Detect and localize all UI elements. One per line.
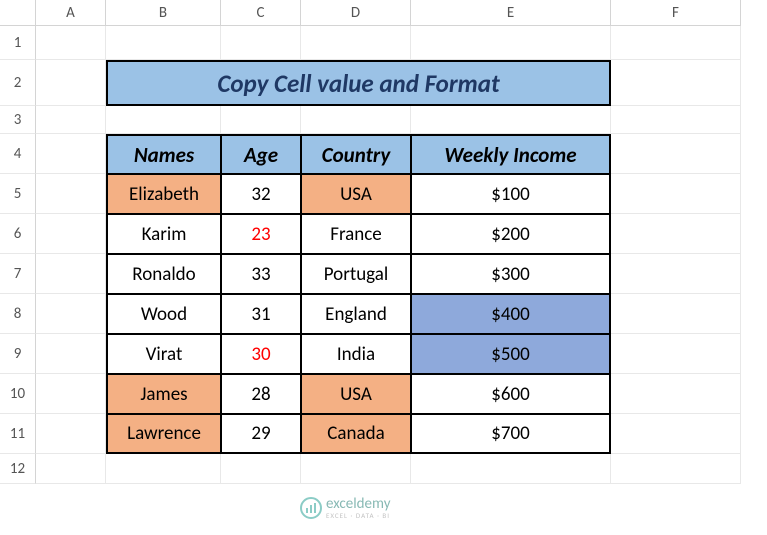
- select-all-corner[interactable]: [0, 0, 36, 26]
- cell-C3[interactable]: [221, 106, 301, 134]
- bar-chart-icon: [300, 497, 322, 519]
- header-names[interactable]: Names: [106, 134, 221, 174]
- cell-country-3[interactable]: England: [301, 294, 411, 334]
- cell-A2[interactable]: [36, 60, 106, 106]
- cell-income-4[interactable]: $500: [411, 334, 611, 374]
- cell-A7[interactable]: [36, 254, 106, 294]
- row-header-3[interactable]: 3: [0, 106, 36, 134]
- header-age[interactable]: Age: [221, 134, 301, 174]
- row-header-10[interactable]: 10: [0, 374, 36, 414]
- cell-age-4[interactable]: 30: [221, 334, 301, 374]
- cell-name-3[interactable]: Wood: [106, 294, 221, 334]
- row-header-7[interactable]: 7: [0, 254, 36, 294]
- cell-age-5[interactable]: 28: [221, 374, 301, 414]
- cell-F8[interactable]: [611, 294, 741, 334]
- cell-country-5[interactable]: USA: [301, 374, 411, 414]
- cell-age-2[interactable]: 33: [221, 254, 301, 294]
- cell-F6[interactable]: [611, 214, 741, 254]
- watermark-brand: exceldemy: [326, 497, 390, 512]
- row-header-12[interactable]: 12: [0, 454, 36, 484]
- col-header-D[interactable]: D: [301, 0, 411, 26]
- cell-F9[interactable]: [611, 334, 741, 374]
- cell-A9[interactable]: [36, 334, 106, 374]
- cell-country-1[interactable]: France: [301, 214, 411, 254]
- cell-income-5[interactable]: $600: [411, 374, 611, 414]
- cell-F5[interactable]: [611, 174, 741, 214]
- row-header-9[interactable]: 9: [0, 334, 36, 374]
- cell-F2[interactable]: [611, 60, 741, 106]
- cell-age-1[interactable]: 23: [221, 214, 301, 254]
- cell-A6[interactable]: [36, 214, 106, 254]
- cell-country-6[interactable]: Canada: [301, 414, 411, 454]
- cell-F3[interactable]: [611, 106, 741, 134]
- cell-country-2[interactable]: Portugal: [301, 254, 411, 294]
- cell-F1[interactable]: [611, 26, 741, 60]
- cell-A3[interactable]: [36, 106, 106, 134]
- cell-A8[interactable]: [36, 294, 106, 334]
- cell-country-0[interactable]: USA: [301, 174, 411, 214]
- cell-age-0[interactable]: 32: [221, 174, 301, 214]
- cell-D3[interactable]: [301, 106, 411, 134]
- col-header-F[interactable]: F: [611, 0, 741, 26]
- cell-A5[interactable]: [36, 174, 106, 214]
- cell-income-0[interactable]: $100: [411, 174, 611, 214]
- cell-name-4[interactable]: Virat: [106, 334, 221, 374]
- cell-B3[interactable]: [106, 106, 221, 134]
- cell-E1[interactable]: [411, 26, 611, 60]
- cell-B12[interactable]: [106, 454, 221, 484]
- col-header-C[interactable]: C: [221, 0, 301, 26]
- row-header-5[interactable]: 5: [0, 174, 36, 214]
- watermark-tag: EXCEL · DATA · BI: [326, 512, 390, 519]
- cell-A10[interactable]: [36, 374, 106, 414]
- cell-F11[interactable]: [611, 414, 741, 454]
- cell-name-0[interactable]: Elizabeth: [106, 174, 221, 214]
- cell-A4[interactable]: [36, 134, 106, 174]
- cell-income-6[interactable]: $700: [411, 414, 611, 454]
- cell-F10[interactable]: [611, 374, 741, 414]
- row-header-4[interactable]: 4: [0, 134, 36, 174]
- cell-A12[interactable]: [36, 454, 106, 484]
- cell-name-6[interactable]: Lawrence: [106, 414, 221, 454]
- col-header-A[interactable]: A: [36, 0, 106, 26]
- cell-C1[interactable]: [221, 26, 301, 60]
- cell-D12[interactable]: [301, 454, 411, 484]
- cell-age-3[interactable]: 31: [221, 294, 301, 334]
- watermark-logo: exceldemy EXCEL · DATA · BI: [300, 497, 390, 519]
- cell-E12[interactable]: [411, 454, 611, 484]
- row-header-8[interactable]: 8: [0, 294, 36, 334]
- cell-A1[interactable]: [36, 26, 106, 60]
- cell-income-2[interactable]: $300: [411, 254, 611, 294]
- cell-D1[interactable]: [301, 26, 411, 60]
- cell-E3[interactable]: [411, 106, 611, 134]
- cell-A11[interactable]: [36, 414, 106, 454]
- cell-income-1[interactable]: $200: [411, 214, 611, 254]
- row-header-1[interactable]: 1: [0, 26, 36, 60]
- cell-C12[interactable]: [221, 454, 301, 484]
- title-merged-cell[interactable]: Copy Cell value and Format: [106, 60, 611, 106]
- cell-age-6[interactable]: 29: [221, 414, 301, 454]
- cell-F12[interactable]: [611, 454, 741, 484]
- row-header-11[interactable]: 11: [0, 414, 36, 454]
- cell-country-4[interactable]: India: [301, 334, 411, 374]
- cell-name-5[interactable]: James: [106, 374, 221, 414]
- cell-name-1[interactable]: Karim: [106, 214, 221, 254]
- col-header-E[interactable]: E: [411, 0, 611, 26]
- spreadsheet-grid: A B C D E F 1 2 Copy Cell value and Form…: [0, 0, 767, 484]
- row-header-2[interactable]: 2: [0, 60, 36, 106]
- cell-name-2[interactable]: Ronaldo: [106, 254, 221, 294]
- header-country[interactable]: Country: [301, 134, 411, 174]
- cell-F7[interactable]: [611, 254, 741, 294]
- cell-F4[interactable]: [611, 134, 741, 174]
- cell-B1[interactable]: [106, 26, 221, 60]
- cell-income-3[interactable]: $400: [411, 294, 611, 334]
- col-header-B[interactable]: B: [106, 0, 221, 26]
- header-income[interactable]: Weekly Income: [411, 134, 611, 174]
- row-header-6[interactable]: 6: [0, 214, 36, 254]
